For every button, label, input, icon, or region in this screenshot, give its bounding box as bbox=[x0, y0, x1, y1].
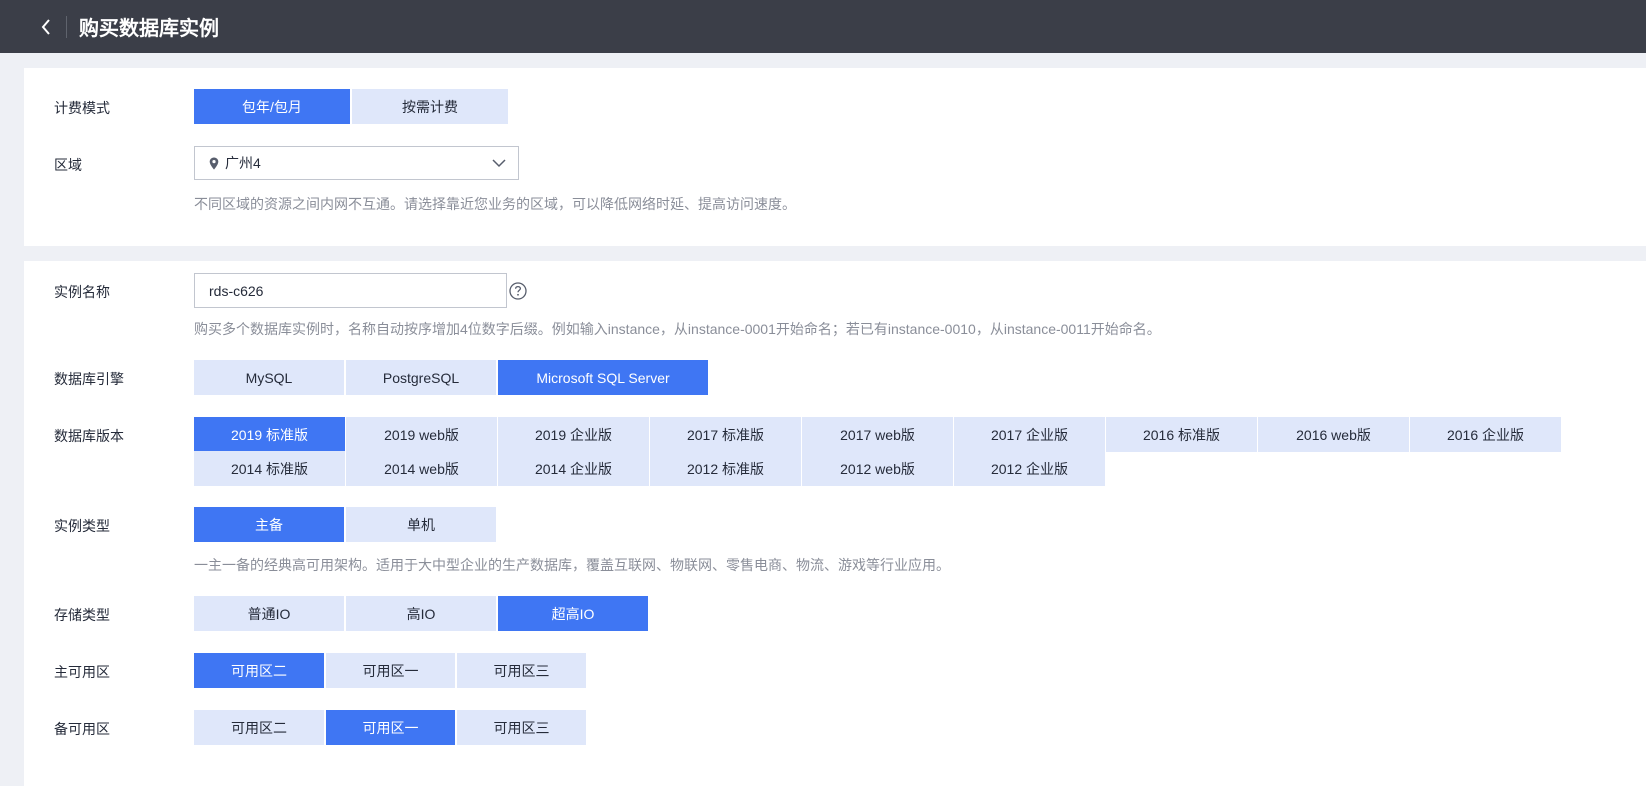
storage-option-standard-io[interactable]: 普通IO bbox=[194, 596, 344, 631]
chevron-down-icon bbox=[492, 159, 506, 168]
instance-name-hint: 购买多个数据库实例时，名称自动按序增加4位数字后缀。例如输入instance，从… bbox=[194, 321, 1161, 337]
primary-az-option[interactable]: 可用区三 bbox=[457, 653, 586, 688]
version-option[interactable]: 2012 web版 bbox=[802, 451, 953, 486]
region-select-value: 广州4 bbox=[225, 155, 261, 171]
instance-type-option-ha[interactable]: 主备 bbox=[194, 507, 344, 542]
page-title: 购买数据库实例 bbox=[79, 18, 219, 40]
version-option[interactable]: 2019 企业版 bbox=[498, 417, 649, 452]
standby-az-option[interactable]: 可用区一 bbox=[326, 710, 455, 745]
version-option[interactable]: 2014 web版 bbox=[346, 451, 497, 486]
primary-az-label: 主可用区 bbox=[54, 664, 110, 680]
location-pin-icon bbox=[209, 157, 219, 169]
region-select[interactable]: 广州4 bbox=[194, 146, 519, 180]
chevron-left-icon bbox=[41, 18, 50, 35]
version-option[interactable]: 2016 web版 bbox=[1258, 417, 1409, 452]
storage-option-ultra-high-io[interactable]: 超高IO bbox=[498, 596, 648, 631]
engine-option-postgresql[interactable]: PostgreSQL bbox=[346, 360, 496, 395]
instance-config-card: 实例名称 购买多个数据库实例时，名称自动按序增加4位数字后缀。例如输入insta… bbox=[24, 261, 1646, 786]
billing-option-yearly-monthly[interactable]: 包年/包月 bbox=[194, 89, 350, 124]
header-divider bbox=[66, 15, 67, 38]
question-circle-icon[interactable] bbox=[508, 281, 528, 301]
instance-name-input[interactable] bbox=[194, 273, 507, 308]
standby-az-option[interactable]: 可用区三 bbox=[457, 710, 586, 745]
billing-option-pay-per-use[interactable]: 按需计费 bbox=[352, 89, 508, 124]
version-option[interactable]: 2014 企业版 bbox=[498, 451, 649, 486]
version-option[interactable]: 2014 标准版 bbox=[194, 451, 345, 486]
version-option[interactable]: 2016 标准版 bbox=[1106, 417, 1257, 452]
db-engine-label: 数据库引擎 bbox=[54, 371, 124, 387]
instance-type-label: 实例类型 bbox=[54, 518, 110, 534]
region-hint: 不同区域的资源之间内网不互通。请选择靠近您业务的区域，可以降低网络时延、提高访问… bbox=[194, 196, 796, 212]
version-option[interactable]: 2017 企业版 bbox=[954, 417, 1105, 452]
region-billing-card: 计费模式 包年/包月 按需计费 区域 广州4 不同区域的资源之间内网不互通。请选… bbox=[24, 68, 1646, 246]
instance-type-hint: 一主一备的经典高可用架构。适用于大中型企业的生产数据库，覆盖互联网、物联网、零售… bbox=[194, 557, 950, 573]
version-option[interactable]: 2017 标准版 bbox=[650, 417, 801, 452]
primary-az-option[interactable]: 可用区一 bbox=[326, 653, 455, 688]
region-label: 区域 bbox=[54, 157, 82, 173]
version-option[interactable]: 2019 标准版 bbox=[194, 417, 345, 452]
version-option[interactable]: 2012 企业版 bbox=[954, 451, 1105, 486]
billing-mode-label: 计费模式 bbox=[54, 100, 110, 116]
back-button[interactable] bbox=[26, 0, 66, 53]
storage-option-high-io[interactable]: 高IO bbox=[346, 596, 496, 631]
version-option[interactable]: 2017 web版 bbox=[802, 417, 953, 452]
instance-name-label: 实例名称 bbox=[54, 284, 110, 300]
db-version-label: 数据库版本 bbox=[54, 428, 124, 444]
standby-az-label: 备可用区 bbox=[54, 721, 110, 737]
version-option[interactable]: 2012 标准版 bbox=[650, 451, 801, 486]
storage-type-label: 存储类型 bbox=[54, 607, 110, 623]
engine-option-mysql[interactable]: MySQL bbox=[194, 360, 344, 395]
top-bar: 购买数据库实例 bbox=[0, 0, 1646, 53]
engine-option-sqlserver[interactable]: Microsoft SQL Server bbox=[498, 360, 708, 395]
instance-type-option-single[interactable]: 单机 bbox=[346, 507, 496, 542]
version-option[interactable]: 2019 web版 bbox=[346, 417, 497, 452]
primary-az-option[interactable]: 可用区二 bbox=[194, 653, 324, 688]
version-option[interactable]: 2016 企业版 bbox=[1410, 417, 1561, 452]
standby-az-option[interactable]: 可用区二 bbox=[194, 710, 324, 745]
